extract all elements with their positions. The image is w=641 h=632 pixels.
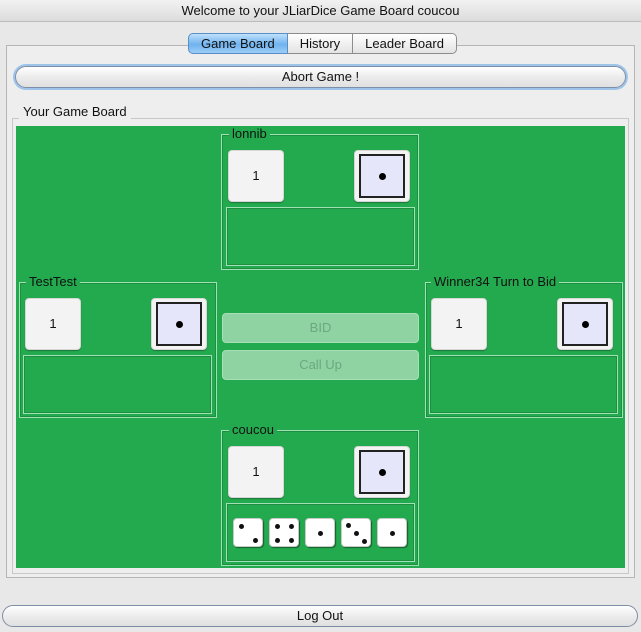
bid-count-right: 1 [431, 298, 487, 350]
die-icon[interactable] [341, 518, 371, 547]
die-face-icon [359, 450, 405, 494]
pip [362, 539, 367, 544]
game-board-group-label: Your Game Board [19, 105, 131, 119]
abort-game-button[interactable]: Abort Game ! [15, 66, 626, 88]
bid-count-bottom: 1 [228, 446, 284, 498]
pip [289, 538, 294, 543]
pip [253, 538, 258, 543]
die-icon[interactable] [269, 518, 299, 547]
bid-face-bottom [354, 446, 410, 498]
pip [275, 524, 280, 529]
bid-count-top: 1 [228, 150, 284, 202]
pip [289, 524, 294, 529]
die-icon[interactable] [377, 518, 407, 547]
bid-face-right [557, 298, 613, 350]
player-name-right: Winner34 Turn to Bid [431, 275, 560, 289]
die-face-icon [156, 302, 202, 346]
bid-face-left [151, 298, 207, 350]
pip [318, 531, 323, 536]
pip [378, 172, 386, 180]
pip [581, 320, 589, 328]
die-icon[interactable] [233, 518, 263, 547]
bid-face-top [354, 150, 410, 202]
dice-area-top [226, 207, 415, 266]
log-out-button[interactable]: Log Out [2, 605, 638, 627]
bid-count-left: 1 [25, 298, 81, 350]
pip [175, 320, 183, 328]
tab-history[interactable]: History [287, 33, 354, 54]
tab-bar: Game Board History Leader Board [188, 33, 457, 54]
pip [239, 524, 244, 529]
call-up-button[interactable]: Call Up [222, 350, 419, 380]
player-name-left: TestTest [26, 275, 80, 289]
player-name-bottom: coucou [229, 423, 277, 437]
pip [390, 531, 395, 536]
pip [378, 468, 386, 476]
tab-leader-board[interactable]: Leader Board [353, 33, 457, 54]
window-title: Welcome to your JLiarDice Game Board cou… [0, 0, 641, 22]
pip [346, 523, 351, 528]
bid-button[interactable]: BID [222, 313, 419, 343]
die-face-icon [562, 302, 608, 346]
player-name-top: lonnib [229, 127, 270, 141]
die-face-icon [359, 154, 405, 198]
dice-area-left [23, 355, 212, 414]
tab-game-board[interactable]: Game Board [188, 33, 288, 54]
pip [275, 538, 280, 543]
die-icon[interactable] [305, 518, 335, 547]
dice-area-right [429, 355, 618, 414]
pip [354, 531, 359, 536]
